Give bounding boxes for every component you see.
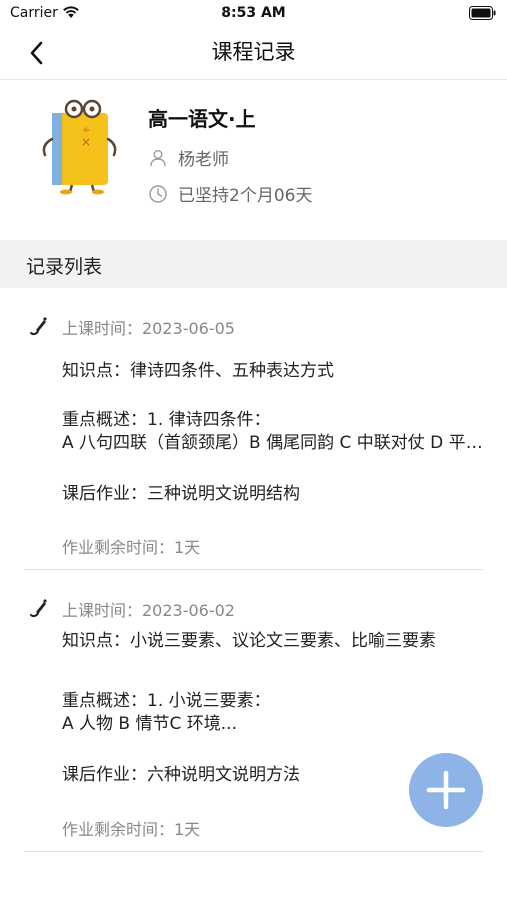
- record-item[interactable]: 上课时间：2023-06-05 知识点：律诗四条件、五种表达方式 重点概述：1.…: [0, 288, 507, 570]
- pen-icon: [30, 599, 47, 618]
- nav-bar: 课程记录: [0, 28, 507, 80]
- summary-line: 重点概述：1. 律诗四条件：: [62, 410, 271, 430]
- record-list-title: 记录列表: [26, 256, 103, 278]
- plus-icon: [426, 770, 466, 810]
- clock-icon: [149, 184, 167, 203]
- teacher-name: 杨老师: [178, 150, 229, 170]
- divider: [24, 851, 483, 852]
- knowledge-points: 知识点：小说三要素、议论文三要素、比喻三要素: [62, 631, 436, 651]
- homework-remaining: 作业剩余时间：1天: [62, 538, 201, 557]
- class-date: 上课时间：2023-06-02: [62, 601, 235, 620]
- course-header: ÷ × 高一语文·上 杨老师 已坚持2个月06天: [0, 81, 507, 240]
- status-time: 8:53 AM: [221, 5, 286, 21]
- summary: 重点概述：1. 小说三要素： A 人物 B 情节C 环境...: [62, 690, 487, 736]
- summary-line: A 八句四联（首颔颈尾）B 偶尾同韵 C 中联对仗 D 平仄相对: [62, 433, 487, 453]
- svg-text:×: ×: [81, 135, 91, 149]
- class-date: 上课时间：2023-06-05: [62, 319, 235, 338]
- battery-icon: [469, 6, 496, 20]
- pen-icon: [30, 317, 47, 336]
- record-list-header: 记录列表: [0, 240, 507, 288]
- summary-line: A 人物 B 情节C 环境...: [62, 714, 237, 734]
- summary-line: 重点概述：1. 小说三要素：: [62, 691, 271, 711]
- add-record-button[interactable]: [409, 753, 483, 827]
- duration-text: 已坚持2个月06天: [178, 186, 313, 206]
- status-bar: Carrier 8:53 AM: [0, 0, 507, 28]
- page-title: 课程记录: [211, 40, 296, 64]
- summary: 重点概述：1. 律诗四条件： A 八句四联（首颔颈尾）B 偶尾同韵 C 中联对仗…: [62, 409, 487, 455]
- teacher-row: 杨老师: [148, 145, 229, 170]
- homework: 课后作业：三种说明文说明结构: [62, 484, 300, 504]
- notebook-mascot-icon: ÷ ×: [42, 99, 117, 195]
- knowledge-points: 知识点：律诗四条件、五种表达方式: [62, 361, 334, 381]
- person-icon: [150, 149, 166, 166]
- duration-row: 已坚持2个月06天: [148, 181, 312, 206]
- homework-remaining: 作业剩余时间：1天: [62, 820, 201, 839]
- course-name: 高一语文·上: [148, 107, 256, 131]
